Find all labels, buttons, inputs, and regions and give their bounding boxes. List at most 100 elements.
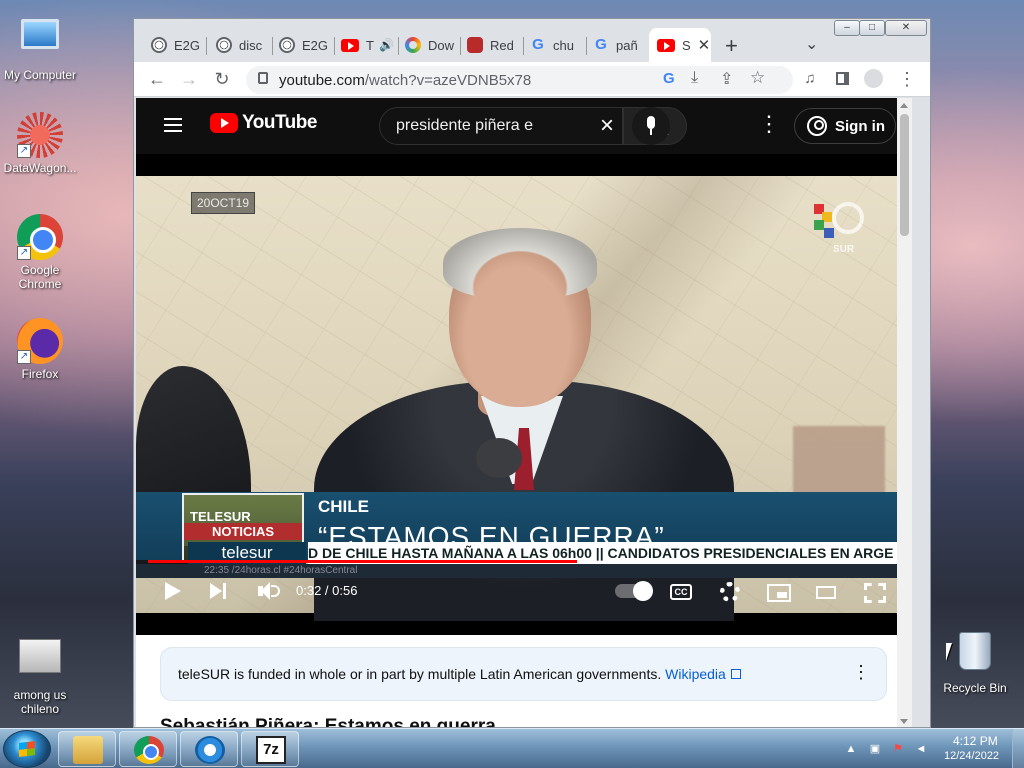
desktop-icon-recycle-bin[interactable]: Recycle Bin bbox=[935, 628, 1015, 695]
system-tray: ▲ ▣ ⚑ ◄ 4:12 PM 12/24/2022 bbox=[840, 729, 1024, 768]
volume-icon[interactable] bbox=[254, 578, 280, 604]
computer-icon bbox=[17, 19, 63, 65]
start-button[interactable] bbox=[3, 730, 51, 768]
shortcut-arrow-icon: ↗ bbox=[17, 246, 31, 260]
account-circle-icon bbox=[807, 116, 827, 136]
chrome-menu-icon[interactable]: ⋮ bbox=[896, 69, 918, 91]
video-player[interactable]: 20OCT19 SUR CHILE “ESTAMOS EN GUERRA” TE… bbox=[136, 154, 912, 635]
clock-date[interactable]: 12/24/2022 bbox=[944, 750, 999, 762]
url-text: youtube.com/watch?v=azeVDNB5x78 bbox=[279, 72, 532, 89]
theater-mode-icon[interactable] bbox=[816, 586, 836, 599]
tab-e2g-1[interactable]: E2G bbox=[151, 28, 201, 62]
tab-active-youtube[interactable]: S ✕ bbox=[649, 28, 711, 62]
taskbar-7zip-button[interactable]: 7z bbox=[241, 731, 299, 767]
play-icon[interactable] bbox=[160, 578, 186, 604]
progress-bar[interactable] bbox=[148, 560, 900, 563]
wikipedia-link[interactable]: Wikipedia bbox=[665, 666, 726, 682]
game-file-icon bbox=[17, 639, 63, 685]
page-scrollbar[interactable] bbox=[897, 98, 912, 727]
search-input[interactable]: presidente piñera e × bbox=[379, 107, 623, 145]
desktop-icon-firefox[interactable]: ↗ Firefox bbox=[0, 318, 80, 381]
microphone-icon[interactable] bbox=[632, 107, 670, 145]
reload-icon[interactable]: ↻ bbox=[211, 69, 233, 91]
chrome-browser-window: E2G disc E2G T 🔊 Dow Red Gchu Gpañ S ✕ + ⌄… bbox=[133, 18, 931, 728]
miniplayer-icon[interactable] bbox=[767, 584, 791, 602]
hamburger-menu-icon[interactable] bbox=[164, 118, 182, 132]
forward-arrow-icon[interactable]: → bbox=[178, 69, 200, 91]
clear-search-icon[interactable]: × bbox=[600, 112, 614, 140]
desktop-icon-among-us-chileno[interactable]: among us chileno bbox=[0, 632, 80, 716]
action-center-flag-icon[interactable]: ⚑ bbox=[891, 742, 905, 756]
restore-button[interactable]: □ bbox=[859, 20, 885, 36]
google-lens-icon[interactable]: G bbox=[663, 70, 675, 87]
progress-played bbox=[148, 560, 578, 563]
taskbar-chrome-button[interactable] bbox=[119, 731, 177, 767]
speaker-icon: 🔊 bbox=[378, 38, 394, 52]
scrollbar-thumb[interactable] bbox=[900, 114, 909, 236]
share-icon[interactable]: ⇪ bbox=[720, 69, 733, 89]
tab-chu[interactable]: Gchu bbox=[530, 28, 582, 62]
show-hidden-icons-icon[interactable]: ▲ bbox=[844, 742, 858, 756]
datawagon-icon: ↗ bbox=[17, 112, 63, 158]
install-app-icon[interactable]: ⤓ bbox=[691, 69, 698, 87]
red-app-icon bbox=[467, 37, 483, 53]
minimize-button[interactable]: – bbox=[834, 20, 860, 36]
subtitles-icon[interactable]: CC bbox=[670, 584, 692, 600]
notice-more-icon[interactable]: ⋮ bbox=[852, 663, 870, 681]
desktop-icon-google-chrome[interactable]: ↗ Google Chrome bbox=[0, 214, 80, 291]
press-microphone bbox=[476, 438, 522, 478]
7zip-icon: 7z bbox=[256, 736, 286, 764]
tab-disc[interactable]: disc bbox=[216, 28, 266, 62]
settings-menu-icon[interactable]: ⋮ bbox=[758, 113, 780, 135]
time-display: 0:32 / 0:56 bbox=[296, 583, 358, 598]
volume-tray-icon[interactable]: ◄ bbox=[914, 742, 928, 756]
bookmark-star-icon[interactable]: ☆ bbox=[750, 68, 765, 88]
sign-in-button[interactable]: Sign in bbox=[794, 108, 896, 144]
autoplay-toggle[interactable] bbox=[615, 581, 653, 601]
side-panel-icon[interactable] bbox=[831, 69, 853, 91]
close-tab-icon[interactable]: ✕ bbox=[698, 36, 711, 54]
network-icon[interactable]: ▣ bbox=[868, 742, 882, 756]
internet-explorer-icon bbox=[195, 736, 225, 764]
media-queue-icon[interactable]: ♫ bbox=[799, 69, 821, 91]
youtube-logo[interactable]: YouTube bbox=[210, 112, 317, 134]
address-bar[interactable]: youtube.com/watch?v=azeVDNB5x78 G ⤓ ⇪ ☆ bbox=[246, 66, 793, 94]
tab-pan[interactable]: Gpañ bbox=[593, 28, 645, 62]
back-arrow-icon[interactable]: ← bbox=[146, 69, 168, 91]
player-controls: 0:32 / 0:56 CC bbox=[136, 570, 912, 614]
show-desktop-button[interactable] bbox=[1012, 729, 1024, 768]
fullscreen-icon[interactable] bbox=[864, 583, 886, 603]
speaker-hair bbox=[443, 228, 597, 298]
taskbar-explorer-button[interactable] bbox=[58, 731, 116, 767]
blurred-logo bbox=[793, 426, 885, 498]
search-query-text: presidente piñera e bbox=[396, 117, 533, 134]
new-tab-button[interactable]: + bbox=[725, 33, 738, 59]
tab-red[interactable]: Red bbox=[467, 28, 519, 62]
desktop-icon-label: Google Chrome bbox=[18, 263, 62, 291]
close-window-button[interactable]: ✕ bbox=[885, 20, 927, 36]
settings-gear-icon[interactable] bbox=[720, 582, 740, 602]
scroll-down-arrow-icon[interactable] bbox=[900, 719, 908, 724]
colorful-ring-icon bbox=[405, 37, 421, 53]
scroll-up-arrow-icon[interactable] bbox=[900, 103, 908, 108]
desktop-icon-my-computer[interactable]: My Computer bbox=[0, 12, 80, 82]
desktop-icon-label: DataWagon... bbox=[3, 161, 77, 175]
tab-search-chevron-icon[interactable]: ⌄ bbox=[805, 34, 818, 54]
firefox-icon: ↗ bbox=[17, 318, 63, 364]
youtube-page: YouTube presidente piñera e × ⋮ Sign in bbox=[136, 98, 912, 727]
recycle-bin-icon bbox=[952, 632, 998, 678]
funding-notice: teleSUR is funded in whole or in part by… bbox=[160, 647, 887, 701]
tab-e2g-2[interactable]: E2G bbox=[279, 28, 329, 62]
tab-dow[interactable]: Dow bbox=[405, 28, 457, 62]
profile-avatar-icon[interactable] bbox=[862, 69, 884, 91]
taskbar-ie-button[interactable] bbox=[180, 731, 238, 767]
browser-toolbar: ← → ↻ youtube.com/watch?v=azeVDNB5x78 G … bbox=[134, 62, 930, 97]
tab-strip: E2G disc E2G T 🔊 Dow Red Gchu Gpañ S ✕ + ⌄… bbox=[134, 19, 930, 65]
lower-third-country: CHILE bbox=[318, 497, 369, 516]
tab-youtube-audio[interactable]: T 🔊 bbox=[341, 28, 395, 62]
clock-time[interactable]: 4:12 PM bbox=[953, 734, 998, 748]
next-video-icon[interactable] bbox=[206, 578, 232, 604]
date-stamp: 20OCT19 bbox=[191, 192, 255, 214]
youtube-icon bbox=[657, 38, 675, 52]
desktop-icon-datawagon[interactable]: ↗ DataWagon... bbox=[0, 112, 80, 175]
